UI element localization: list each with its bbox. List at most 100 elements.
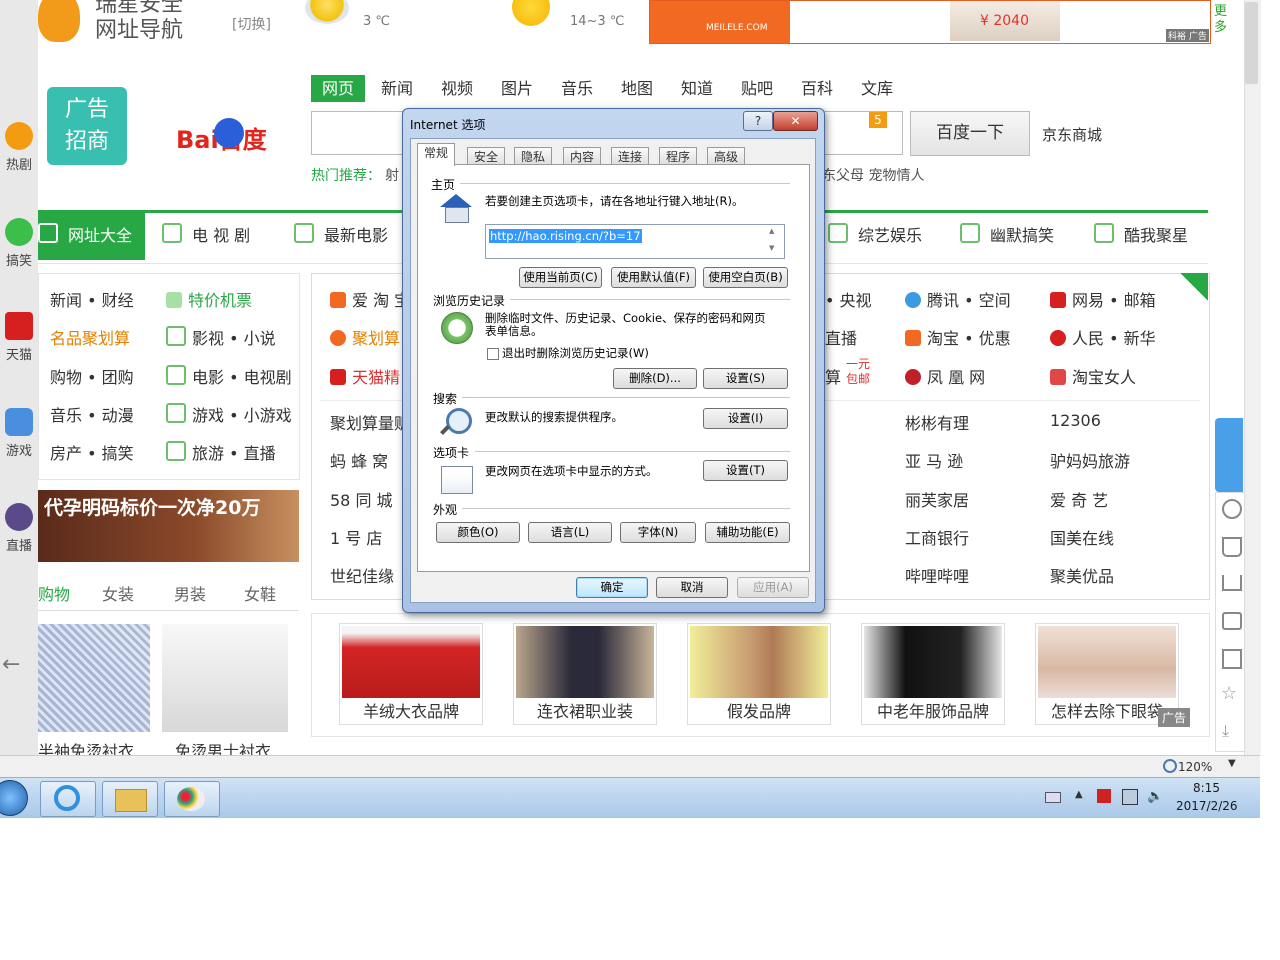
more-link[interactable]: 更多 (1214, 4, 1230, 36)
search-tab-tieba[interactable]: 贴吧 (741, 75, 773, 102)
grid-link-r3c1[interactable]: 58 同 城 (330, 487, 393, 511)
delete-on-exit-checkbox[interactable] (487, 348, 499, 360)
city-switch-link[interactable]: [切换] (232, 14, 271, 34)
shop-item-1[interactable]: 半袖免烫衬衣 (38, 738, 134, 755)
taskbar-paint[interactable] (164, 781, 220, 817)
security-flag-icon[interactable] (1097, 789, 1111, 803)
sidebar-item-tmall[interactable]: 天猫 (0, 312, 38, 363)
settings-gear-icon[interactable] (1180, 273, 1208, 301)
product-card[interactable]: 中老年服饰品牌 (861, 623, 1005, 725)
use-current-button[interactable]: 使用当前页(C) (519, 267, 602, 288)
tabs-settings-button[interactable]: 设置(T) (703, 460, 788, 481)
shop-tab-women[interactable]: 女装 (102, 581, 134, 605)
link-taobao-women[interactable]: 淘宝女人 (1050, 364, 1136, 388)
zoom-icon[interactable] (1163, 759, 1177, 773)
tab-general[interactable]: 常规 (417, 143, 456, 166)
cancel-button[interactable]: 取消 (656, 577, 728, 598)
grid-link-r1c2[interactable]: 彬彬有理 (905, 410, 969, 434)
tray-expand-icon[interactable]: ▲ (1075, 789, 1083, 800)
home-url-scroll-up-icon[interactable]: ▲ (769, 227, 774, 235)
history-settings-button[interactable]: 设置(S) (703, 368, 788, 389)
star-icon[interactable]: ☆ (1221, 683, 1237, 704)
zoom-dropdown-icon[interactable]: ▼ (1228, 758, 1236, 769)
collapse-arrow-icon[interactable]: ← (2, 652, 20, 677)
right-float-tab[interactable] (1215, 418, 1243, 492)
zoom-level[interactable]: 120% (1178, 760, 1212, 774)
shop-tab-shoes[interactable]: 女鞋 (244, 581, 276, 605)
grid-link-r5c3[interactable]: 聚美优品 (1050, 563, 1114, 587)
clock-time[interactable]: 8:15 (1193, 781, 1220, 795)
search-settings-button[interactable]: 设置(I) (703, 408, 788, 429)
shirt-image-2[interactable] (162, 624, 288, 732)
grid-link-r4c1[interactable]: 1 号 店 (330, 525, 382, 549)
search-tab-news[interactable]: 新闻 (381, 75, 413, 102)
home-url-textarea[interactable]: http://hao.rising.cn/?b=17 ▲ ▼ (485, 224, 785, 259)
film-icon[interactable] (1222, 649, 1242, 669)
colors-button[interactable]: 颜色(O) (436, 522, 520, 543)
cat-movies[interactable]: 最新电影 (294, 222, 388, 246)
link-netease[interactable]: 网易 • 邮箱 (1050, 287, 1156, 311)
cat-humor[interactable]: 幽默搞笑 (960, 222, 1054, 246)
link-games[interactable]: 游戏 • 小游戏 (166, 402, 292, 426)
grid-link-r5c1[interactable]: 世纪佳缘 (330, 563, 394, 587)
link-ifeng[interactable]: 凤 凰 网 (905, 364, 985, 388)
cat-kuwo[interactable]: 酷我聚星 (1094, 222, 1188, 246)
search-tab-music[interactable]: 音乐 (561, 75, 593, 102)
hot-link-2[interactable]: 东父母 宠物情人 (822, 165, 924, 185)
search-tab-web[interactable]: 网页 (311, 75, 365, 102)
shirt-image-1[interactable] (38, 624, 150, 732)
link-music-anime[interactable]: 音乐 • 动漫 (50, 402, 134, 426)
cart-icon[interactable] (1222, 575, 1242, 591)
link-shopping[interactable]: 购物 • 团购 (50, 364, 134, 388)
link-taobao-deals[interactable]: 淘宝 • 优惠 (905, 325, 1011, 349)
rising-logo[interactable] (38, 0, 80, 42)
clock-date[interactable]: 2017/2/26 (1176, 799, 1238, 813)
grid-link-r2c1[interactable]: 蚂 蜂 窝 (330, 448, 388, 472)
sidebar-item-games[interactable]: 游戏 (0, 408, 38, 459)
close-button[interactable]: ✕ (773, 111, 818, 131)
use-default-button[interactable]: 使用默认值(F) (611, 267, 696, 288)
network-icon[interactable] (1122, 789, 1138, 805)
cup-icon[interactable] (1222, 537, 1242, 557)
grid-link-r2c2[interactable]: 亚 马 逊 (905, 448, 963, 472)
cat-url-directory[interactable]: 网址大全 (38, 222, 132, 246)
gamepad-icon[interactable] (1222, 612, 1242, 630)
page-scrollbar[interactable] (1244, 0, 1261, 755)
product-card[interactable]: 假发品牌 (687, 623, 831, 725)
link-live[interactable]: 直播 (825, 325, 857, 349)
meilele-ad-banner[interactable]: MEILELE.COM ¥ 2040 科裕 广告 (649, 0, 1211, 44)
jd-link[interactable]: 京东商城 (1042, 124, 1102, 145)
link-tencent[interactable]: 腾讯 • 空间 (905, 287, 1011, 311)
help-button[interactable]: ? (743, 111, 773, 131)
search-tab-map[interactable]: 地图 (621, 75, 653, 102)
link-juhuasuan[interactable]: 名品聚划算 (50, 325, 130, 349)
search-tab-baike[interactable]: 百科 (801, 75, 833, 102)
home-url-scroll-down-icon[interactable]: ▼ (769, 244, 774, 252)
shop-item-2[interactable]: 免烫男士衬衣 (175, 738, 271, 755)
grid-link-r2c3[interactable]: 驴妈妈旅游 (1050, 448, 1130, 472)
taskbar-ie[interactable] (40, 781, 96, 817)
sidebar-item-live[interactable]: 直播 (0, 503, 38, 554)
grid-link-r4c2[interactable]: 工商银行 (905, 525, 969, 549)
smile-icon[interactable] (1222, 499, 1242, 519)
sidebar-item-hot-drama[interactable]: 热剧 (0, 122, 38, 173)
use-blank-button[interactable]: 使用空白页(B) (703, 267, 788, 288)
link-film-novel[interactable]: 影视 • 小说 (166, 325, 276, 349)
start-button[interactable] (0, 780, 28, 816)
link-cheap-flights[interactable]: 特价机票 (166, 287, 252, 311)
grid-link-r4c3[interactable]: 国美在线 (1050, 525, 1114, 549)
link-cctv[interactable]: • 央视 (825, 287, 872, 311)
apply-button[interactable]: 应用(A) (737, 577, 809, 598)
grid-link-r1c1[interactable]: 聚划算量贩 (330, 410, 410, 434)
shop-tab-shopping[interactable]: 购物 (38, 581, 70, 605)
left-banner-ad[interactable]: 代孕明码标价一次净20万 (38, 490, 299, 562)
cat-variety[interactable]: 综艺娱乐 (828, 222, 922, 246)
yiyuan-badge[interactable]: 一元包邮 (842, 357, 874, 387)
languages-button[interactable]: 语言(L) (528, 522, 612, 543)
sidebar-item-funny[interactable]: 搞笑 (0, 218, 38, 269)
search-button[interactable]: 百度一下 (910, 111, 1030, 156)
delete-on-exit-label[interactable]: 退出时删除浏览历史记录(W) (502, 347, 649, 360)
search-tab-video[interactable]: 视频 (441, 75, 473, 102)
download-icon[interactable]: ⤓ (1222, 721, 1229, 741)
search-tab-images[interactable]: 图片 (501, 75, 533, 102)
